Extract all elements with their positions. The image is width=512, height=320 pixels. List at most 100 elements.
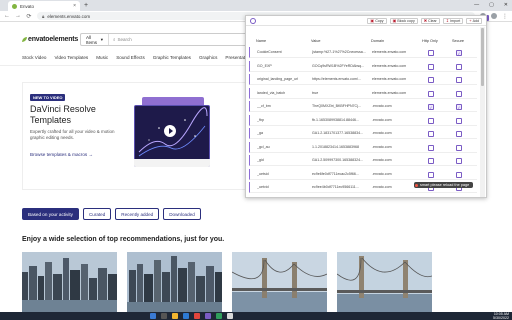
cookie-row[interactable]: CookieConsent {stamp:%27-1%27%2Cnecessa..… xyxy=(249,47,477,58)
add-button[interactable]: + Add xyxy=(466,17,482,24)
envato-logo[interactable]: envatoelements xyxy=(22,36,78,43)
category-nav: Stock Video Video Templates Music Sound … xyxy=(22,55,255,60)
thumbnail-city-skyline-2[interactable] xyxy=(127,252,222,312)
cookie-row[interactable]: _gcl_au 1.1.2018823414.1653883968 .envato.… xyxy=(249,141,477,153)
app-icon[interactable] xyxy=(227,313,233,319)
filter-downloaded[interactable]: Downloaded xyxy=(163,208,201,220)
copy-icon: ▣ xyxy=(370,18,375,23)
secure-checkbox[interactable] xyxy=(456,90,462,97)
http-only-checkbox[interactable] xyxy=(428,63,434,70)
forward-icon[interactable]: → xyxy=(15,13,21,19)
edge-icon[interactable] xyxy=(183,313,189,319)
filter-recently-added[interactable]: Recently added xyxy=(115,208,160,220)
reload-icon[interactable]: ⟳ xyxy=(26,13,32,20)
http-only-checkbox[interactable] xyxy=(428,117,434,124)
back-icon[interactable]: ← xyxy=(4,13,10,19)
close-tab-icon[interactable]: × xyxy=(73,3,76,9)
chrome-icon[interactable] xyxy=(194,313,200,319)
http-only-checkbox[interactable] xyxy=(428,50,434,56)
http-only-checkbox[interactable] xyxy=(428,131,434,137)
search-bar: All Items ▾ ⌕ Search xyxy=(80,33,260,46)
cookie-row[interactable]: GO_EXP GOCq9sRW1B%2FYeRDAbsq... elements.e… xyxy=(249,60,477,72)
lock-icon: 🔒︎ xyxy=(42,13,45,19)
player-controls xyxy=(134,159,210,167)
clear-button[interactable]: ✖ Clear xyxy=(420,17,440,24)
category-dropdown[interactable]: All Items ▾ xyxy=(81,34,109,45)
cookie-value: ec9e6fe0df7711ecac2c5f66... xyxy=(312,171,359,176)
cookie-row[interactable]: __cf_bm TheQ0MXZbt_BKBFHPN7Cj... .envato.c… xyxy=(249,101,477,112)
cookie-row[interactable]: _gid GA1.2.509997300.165388324... .envato.… xyxy=(249,155,477,166)
secure-checkbox[interactable] xyxy=(456,63,462,70)
filter-curated[interactable]: Curated xyxy=(82,208,112,220)
http-only-checkbox[interactable] xyxy=(428,171,434,178)
cookie-name: landed_via_batch xyxy=(257,90,286,95)
cookie-name: _uetvid xyxy=(257,185,269,189)
cookie-value: 1.1.2018823414.1653883968 xyxy=(312,144,359,149)
system-clock[interactable]: 10:05 AM 5/30/2022 xyxy=(493,312,509,320)
nav-item-graphics[interactable]: Graphics xyxy=(199,55,217,60)
http-only-checkbox[interactable] xyxy=(428,77,434,83)
maximize-icon[interactable]: ▢ xyxy=(489,1,494,10)
http-only-checkbox[interactable] xyxy=(428,158,434,164)
thumbnail-bridge-1[interactable] xyxy=(232,252,327,312)
nav-item-video-templates[interactable]: Video Templates xyxy=(54,55,88,60)
cookie-value: TheQ0MXZbt_BKBFHPN7Cj... xyxy=(312,104,361,108)
cookie-domain: elements.envato.com xyxy=(372,50,407,54)
search-taskbar-icon[interactable] xyxy=(161,313,167,319)
tab-strip: Envato × + — ▢ ✕ xyxy=(0,0,512,11)
cookie-value: true xyxy=(312,90,319,95)
secure-checkbox[interactable] xyxy=(456,117,462,124)
secure-checkbox[interactable] xyxy=(456,77,462,83)
cookie-domain: .envato.com xyxy=(372,117,392,122)
browser-menu-icon[interactable]: ⋮ xyxy=(502,13,508,20)
scrollbar-thumb[interactable] xyxy=(481,28,484,86)
trash-icon: ✖ xyxy=(423,18,428,23)
secure-checkbox[interactable]: ✓ xyxy=(456,50,462,56)
cookie-name: original_landing_page_url xyxy=(257,77,299,81)
plus-icon: + xyxy=(469,18,472,23)
new-tab-button[interactable]: + xyxy=(84,1,88,10)
filter-based-on-activity[interactable]: Based on your activity xyxy=(22,208,79,220)
file-explorer-icon[interactable] xyxy=(172,313,178,319)
taskbar xyxy=(0,312,512,320)
category-label: All Items xyxy=(86,34,98,45)
minimize-icon[interactable]: — xyxy=(474,1,479,10)
secure-checkbox[interactable] xyxy=(456,171,462,178)
app-icon[interactable] xyxy=(205,313,211,319)
cookie-table-header: Name Value Domain Http Only Secure xyxy=(246,39,486,45)
cookie-toolbar: ▣ Copy ▣ Block copy ✖ Clear ↧ Import + Add xyxy=(246,16,486,26)
thumbnail-bridge-2[interactable] xyxy=(337,252,432,312)
http-only-checkbox[interactable] xyxy=(428,144,434,151)
close-window-icon[interactable]: ✕ xyxy=(504,1,508,10)
secure-checkbox[interactable] xyxy=(456,131,462,137)
thumbnail-city-skyline-1[interactable] xyxy=(22,252,117,312)
copy-button[interactable]: ▣ Copy xyxy=(367,17,387,24)
nav-item-music[interactable]: Music xyxy=(96,55,108,60)
nav-item-sound-effects[interactable]: Sound Effects xyxy=(116,55,145,60)
nav-item-stock-video[interactable]: Stock Video xyxy=(22,55,46,60)
cookie-value: fb.1.1653089938814.88446... xyxy=(312,117,359,122)
secure-checkbox[interactable]: ✓ xyxy=(456,104,462,110)
import-button[interactable]: ↧ Import xyxy=(442,17,464,24)
cookie-row[interactable]: _fbp fb.1.1653089938814.88446... .envato.c… xyxy=(249,114,477,126)
search-input[interactable]: ⌕ Search xyxy=(109,37,132,42)
cookie-row[interactable]: landed_via_batch true elements.envato.com xyxy=(249,87,477,99)
nav-item-graphic-templates[interactable]: Graphic Templates xyxy=(153,55,191,60)
cookie-row[interactable]: original_landing_page_url https://element… xyxy=(249,74,477,85)
start-icon[interactable] xyxy=(150,313,156,319)
block-copy-button[interactable]: ▣ Block copy xyxy=(389,17,418,24)
promo-link[interactable]: Browse templates & macros → xyxy=(30,152,93,157)
block-copy-label: Block copy xyxy=(397,18,415,23)
cookie-row[interactable]: _uetsid ec9e6fe0df7711ecac2c5f66... .envat… xyxy=(249,168,477,180)
tab-envato[interactable]: Envato × xyxy=(8,1,80,11)
cookie-row[interactable]: _ga GA1.2.1831701377.16538834... .envato.c… xyxy=(249,128,477,139)
secure-checkbox[interactable] xyxy=(456,158,462,164)
column-domain: Domain xyxy=(371,39,385,43)
http-only-checkbox[interactable] xyxy=(428,90,434,97)
cookie-menu-icon[interactable] xyxy=(250,17,256,24)
profile-avatar-icon[interactable] xyxy=(491,13,497,19)
http-only-checkbox[interactable]: ✓ xyxy=(428,104,434,110)
taskbar-apps xyxy=(150,313,233,319)
app-icon[interactable] xyxy=(216,313,222,319)
secure-checkbox[interactable] xyxy=(456,144,462,151)
